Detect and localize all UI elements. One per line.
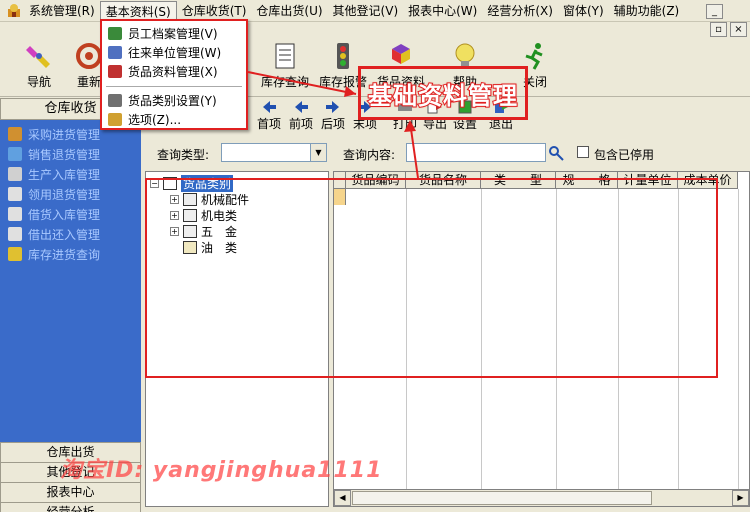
- nav-item-label: 采购进货管理: [28, 127, 101, 142]
- watermark: 淘宝ID: yangjinghua1111: [60, 458, 383, 483]
- annotation-highlight-box: [145, 178, 718, 378]
- scroll-right-icon[interactable]: ▶: [732, 490, 749, 506]
- query-bar: 查询类型: ▼ 查询内容: 包含已停用: [141, 140, 750, 168]
- menu-auxiliary[interactable]: 辅助功能(Z): [609, 1, 685, 21]
- menu-item-label: 货品类别设置(Y): [128, 93, 217, 108]
- traffic-light-icon: [328, 42, 358, 70]
- mdi-restore-button[interactable]: ▫: [710, 22, 727, 37]
- cart-icon: [8, 127, 22, 141]
- navigate-label: 导航: [26, 75, 51, 89]
- left-navigation: 仓库收货 采购进货管理 销售退货管理 生产入库管理 领用退货管理 借货入库管理 …: [0, 98, 141, 512]
- menu-item-goods-data[interactable]: 货品资料管理(X): [104, 62, 244, 80]
- nav-item-sales-return[interactable]: 销售退货管理: [8, 144, 141, 164]
- arrow-right-icon: [325, 100, 341, 114]
- nav-item-label: 销售退货管理: [28, 147, 101, 162]
- exchange-icon: [8, 227, 22, 241]
- navigate-button[interactable]: 导航: [14, 42, 64, 94]
- people-icon: [108, 26, 122, 40]
- search-icon[interactable]: [547, 144, 565, 162]
- nav-item-label: 库存进货查询: [28, 247, 101, 262]
- arrow-left-icon: [293, 100, 309, 114]
- partners-icon: [108, 45, 122, 59]
- query-content-input[interactable]: [406, 143, 546, 162]
- factory-icon: [8, 167, 22, 181]
- menu-item-employee-records[interactable]: 员工档案管理(V): [104, 24, 244, 42]
- nav-item-lend-return[interactable]: 借出还入管理: [8, 224, 141, 244]
- arrow-left-icon: [261, 100, 277, 114]
- menu-item-label: 货品资料管理(X): [128, 64, 218, 79]
- nav-item-label: 生产入库管理: [28, 167, 101, 182]
- prev-record-label: 前项: [289, 117, 314, 131]
- clipboard-icon: [8, 187, 22, 201]
- include-disabled-label: 包含已停用: [594, 148, 655, 162]
- scroll-left-icon[interactable]: ◀: [334, 490, 351, 506]
- callout-text: 基础资料管理: [367, 81, 518, 111]
- stock-query-icon: [270, 42, 300, 70]
- nav-item-label: 领用退货管理: [28, 187, 101, 202]
- cubes-icon: [108, 64, 122, 78]
- mdi-window-buttons: _ ▫ ×: [704, 0, 750, 42]
- query-type-select[interactable]: ▼: [221, 143, 327, 162]
- nav-item-production-in[interactable]: 生产入库管理: [8, 164, 141, 184]
- menu-window[interactable]: 窗体(Y): [558, 1, 609, 21]
- app-icon: [6, 3, 22, 19]
- prev-record-button[interactable]: 前项: [289, 100, 313, 132]
- first-record-label: 首项: [257, 117, 282, 131]
- menu-warehouse-receive[interactable]: 仓库收货(T): [177, 1, 252, 21]
- menu-business-analysis[interactable]: 经营分析(X): [482, 1, 558, 21]
- nav-tab-report-center[interactable]: 报表中心: [0, 482, 141, 503]
- next-record-button[interactable]: 后项: [321, 100, 345, 132]
- nav-item-label: 借出还入管理: [28, 227, 101, 242]
- menu-basic-data[interactable]: 基本资料(S): [99, 0, 177, 21]
- options-icon: [108, 112, 122, 126]
- nav-item-label: 借货入库管理: [28, 207, 101, 222]
- mdi-close-button[interactable]: ×: [730, 22, 747, 37]
- menu-report-center[interactable]: 报表中心(W): [403, 1, 482, 21]
- menu-separator: [106, 86, 242, 87]
- query-type-label: 查询类型:: [157, 148, 210, 162]
- menu-item-partner-units[interactable]: 往来单位管理(W): [104, 43, 244, 61]
- next-record-label: 后项: [321, 117, 346, 131]
- document-icon: [8, 147, 22, 161]
- chevron-down-icon[interactable]: ▼: [310, 144, 326, 161]
- menu-system[interactable]: 系统管理(R): [24, 1, 100, 21]
- grid-line: [738, 189, 739, 489]
- nav-item-borrow-in[interactable]: 借货入库管理: [8, 204, 141, 224]
- include-disabled-checkbox[interactable]: [577, 146, 589, 158]
- menu-other-register[interactable]: 其他登记(V): [328, 1, 404, 21]
- nav-item-requisition-return[interactable]: 领用退货管理: [8, 184, 141, 204]
- basic-data-dropdown: 员工档案管理(V) 往来单位管理(W) 货品资料管理(X) 货品类别设置(Y) …: [100, 19, 248, 130]
- navigate-icon: [24, 42, 54, 70]
- query-content-label: 查询内容:: [343, 148, 396, 162]
- menu-item-options[interactable]: 选项(Z)...: [104, 110, 244, 128]
- menu-item-label: 员工档案管理(V): [128, 26, 218, 41]
- nav-item-stock-in-query[interactable]: 库存进货查询: [8, 244, 141, 264]
- nav-list: 采购进货管理 销售退货管理 生产入库管理 领用退货管理 借货入库管理 借出还入管…: [0, 120, 141, 264]
- scroll-thumb[interactable]: [352, 491, 652, 505]
- category-settings-icon: [108, 93, 122, 107]
- mdi-minimize-button[interactable]: _: [706, 4, 723, 19]
- menu-warehouse-ship[interactable]: 仓库出货(U): [251, 1, 327, 21]
- stock-query-button[interactable]: 库存查询: [258, 42, 312, 94]
- menu-item-label: 选项(Z)...: [128, 112, 182, 127]
- first-record-button[interactable]: 首项: [257, 100, 281, 132]
- menu-item-label: 往来单位管理(W): [128, 45, 222, 60]
- stock-query-label: 库存查询: [260, 75, 309, 89]
- magnifier-icon: [8, 247, 22, 261]
- arrow-in-icon: [8, 207, 22, 221]
- menu-item-goods-category[interactable]: 货品类别设置(Y): [104, 91, 244, 109]
- nav-tab-business-analysis[interactable]: 经营分析: [0, 502, 141, 512]
- horizontal-scrollbar[interactable]: ◀ ▶: [334, 489, 749, 506]
